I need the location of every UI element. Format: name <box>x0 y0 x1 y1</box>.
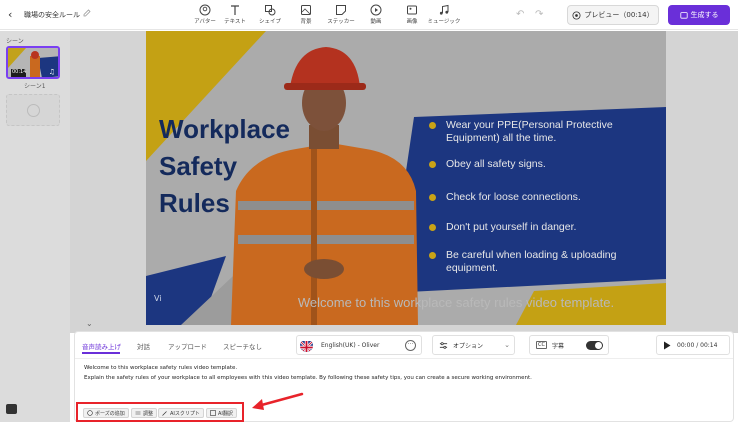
annotation-arrow-icon <box>252 392 304 410</box>
